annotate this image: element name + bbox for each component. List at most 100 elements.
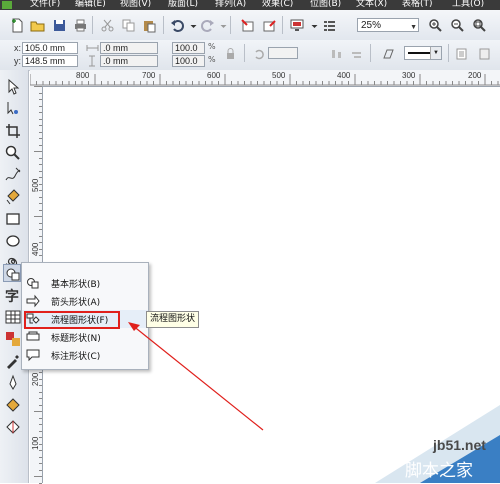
basic-shapes-tool-icon[interactable] [3, 264, 21, 282]
outline-pen-tool-icon[interactable] [4, 374, 22, 392]
app-icon[interactable] [2, 1, 12, 9]
eyedropper-tool-icon[interactable] [4, 352, 22, 370]
menu-edit[interactable]: 编辑(E) [75, 0, 106, 10]
export-icon[interactable] [262, 18, 277, 33]
watermark-site: jb51.net [433, 437, 486, 453]
mirror-horizontal-icon[interactable] [330, 48, 343, 60]
rectangle-tool-icon[interactable] [4, 210, 22, 228]
ruler-tick [34, 216, 42, 217]
blend-tool-icon[interactable] [4, 330, 22, 348]
open-folder-icon[interactable] [30, 18, 45, 33]
paste-icon[interactable] [142, 18, 157, 33]
menu-tools[interactable]: 工具(O) [452, 0, 484, 10]
import-icon[interactable] [240, 18, 255, 33]
ruler-tick [39, 138, 42, 139]
rotate-icon[interactable] [253, 48, 266, 60]
height-icon [86, 55, 99, 67]
basic-shapes-icon [26, 276, 40, 290]
print-icon[interactable] [73, 18, 88, 33]
ruler-tick [39, 385, 42, 386]
smart-fill-tool-icon[interactable] [4, 188, 22, 206]
h-ruler-label: 800 [76, 71, 90, 80]
to-back-icon[interactable] [478, 48, 491, 60]
ruler-tick [39, 92, 42, 94]
x-position-field[interactable]: 105.0 mm [22, 42, 78, 54]
width-icon [86, 42, 99, 54]
application-launcher-icon[interactable] [290, 18, 305, 33]
ruler-tick [39, 417, 42, 419]
undo-dropdown-icon[interactable] [186, 18, 197, 33]
property-bar: x: 105.0 mm y: 148.5 mm .0 mm .0 mm 100.… [0, 40, 500, 71]
scale-x-field[interactable]: 100.0 [172, 42, 205, 54]
callout-shapes-icon [26, 348, 40, 362]
h-ruler-label: 500 [272, 71, 286, 80]
freehand-tool-icon[interactable] [4, 166, 22, 184]
menu-arrange[interactable]: 排列(A) [215, 0, 246, 10]
ellipse-tool-icon[interactable] [4, 232, 22, 250]
ruler-tick [39, 196, 42, 198]
ruler-tick [39, 125, 42, 126]
interactive-fill-tool-icon[interactable] [4, 418, 22, 436]
cut-icon[interactable] [100, 18, 115, 33]
y-position-field[interactable]: 148.5 mm [22, 55, 78, 67]
zoom-fit-icon[interactable] [472, 18, 487, 33]
ruler-tick [39, 144, 42, 146]
welcome-screen-icon[interactable] [322, 18, 337, 33]
height-field[interactable]: .0 mm [100, 55, 158, 67]
mirror-vertical-icon[interactable] [350, 48, 363, 60]
ruler-tick [39, 424, 42, 425]
menu-bitmaps[interactable]: 位图(B) [310, 0, 341, 10]
ruler-tick [39, 105, 42, 107]
width-field[interactable]: .0 mm [100, 42, 158, 54]
to-front-icon[interactable] [455, 48, 468, 60]
ruler-tick [39, 183, 42, 185]
menu-effects[interactable]: 效果(C) [262, 0, 293, 10]
zoom-tool-icon[interactable] [4, 144, 22, 162]
banner-shapes-icon [26, 330, 40, 344]
ruler-tick [39, 248, 42, 250]
flyout-item-label: 基本形状(B) [51, 280, 101, 290]
redo-dropdown-icon[interactable] [216, 18, 227, 33]
h-ruler-label: 300 [402, 71, 416, 80]
rotation-field[interactable] [268, 47, 298, 59]
shape-tool-icon[interactable] [4, 100, 22, 118]
pick-tool-icon[interactable] [4, 78, 22, 96]
redo-icon[interactable] [200, 18, 215, 33]
menu-text[interactable]: 文本(X) [356, 0, 387, 10]
save-icon[interactable] [52, 18, 67, 33]
menu-table[interactable]: 表格(T) [402, 0, 433, 10]
fill-tool-icon[interactable] [4, 396, 22, 414]
zoom-level-select[interactable]: 25% ▼ [357, 18, 419, 32]
scale-y-field[interactable]: 100.0 [172, 55, 205, 67]
horizontal-ruler[interactable]: 800 700 600 500 400 300 200 [30, 70, 500, 87]
ruler-tick [39, 456, 42, 458]
scale-x-unit: % [208, 42, 216, 51]
h-ruler-label: 700 [142, 71, 156, 80]
ruler-tick [39, 203, 42, 204]
copy-icon[interactable] [121, 18, 136, 33]
crop-tool-icon[interactable] [4, 122, 22, 140]
flyout-item-arrow-shapes[interactable]: 箭头形状(A) [22, 292, 148, 310]
undo-icon[interactable] [170, 18, 185, 33]
table-tool-icon[interactable] [4, 308, 22, 326]
menu-view[interactable]: 视图(V) [120, 0, 151, 10]
ruler-tick [39, 430, 42, 432]
ruler-tick [39, 372, 42, 373]
ruler-tick [39, 437, 42, 438]
outline-width-select[interactable]: ▼ [404, 46, 442, 60]
launcher-dropdown-icon[interactable] [307, 18, 318, 33]
ruler-tick [39, 391, 42, 393]
chevron-down-icon: ▼ [430, 47, 441, 59]
zoom-out-icon[interactable] [450, 18, 465, 33]
flyout-item-basic-shapes[interactable]: 基本形状(B) [22, 274, 148, 292]
ruler-ticks [30, 74, 500, 86]
zoom-in-icon[interactable] [428, 18, 443, 33]
lock-ratio-icon[interactable] [224, 48, 237, 60]
new-document-icon[interactable] [10, 18, 25, 33]
ruler-tick [34, 151, 42, 152]
wrap-text-icon[interactable] [381, 48, 394, 60]
menu-file[interactable]: 文件(F) [30, 0, 60, 10]
zoom-level-value: 25% [361, 20, 382, 31]
menu-layout[interactable]: 版面(L) [168, 0, 198, 10]
text-tool-icon[interactable]: 字 [5, 286, 19, 306]
